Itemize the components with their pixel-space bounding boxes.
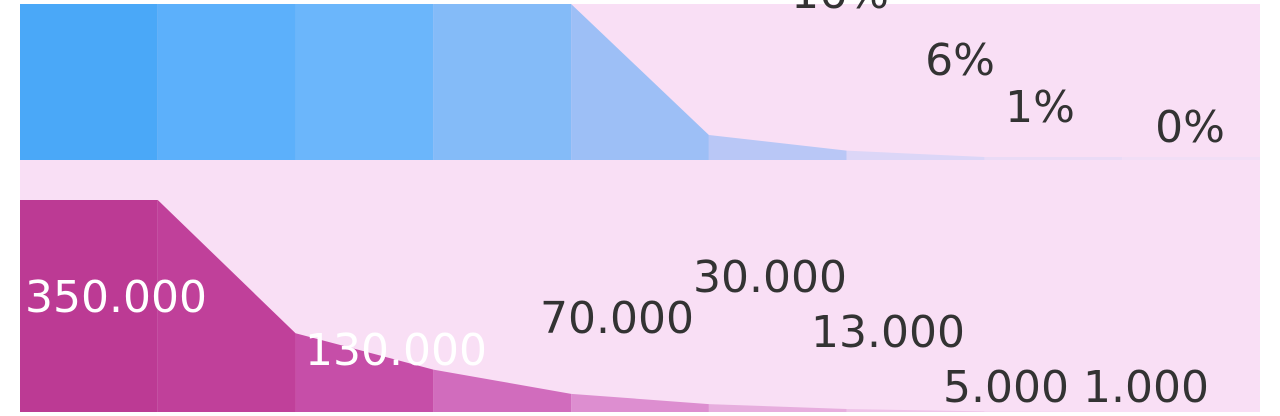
funnel-chart: 16% 6%1% 0% 350.000 130.000 70.00030.00013.0…	[20, 0, 1260, 413]
count-label-3: 130.000	[305, 325, 487, 376]
count-label-8: 1.000	[1083, 362, 1209, 413]
count-label-6: 13.000	[811, 307, 965, 358]
percent-label-8: 1%	[1005, 82, 1075, 133]
percent-band-2	[157, 4, 296, 160]
percent-band-3	[295, 4, 434, 160]
percent-band-4	[433, 4, 572, 160]
count-label-4: 70.000	[540, 293, 694, 344]
count-label-7: 5.000	[943, 362, 1069, 413]
count-label-1: 350.000	[25, 272, 207, 323]
percent-band-8	[984, 157, 1123, 160]
count-label-5: 30.000	[693, 252, 847, 303]
percent-band-1	[20, 4, 158, 160]
percent-label-7: 6%	[925, 35, 995, 86]
percent-label-9: 0%	[1155, 102, 1225, 153]
percent-label-6: 16%	[791, 0, 889, 19]
percent-band-9	[1122, 157, 1260, 160]
